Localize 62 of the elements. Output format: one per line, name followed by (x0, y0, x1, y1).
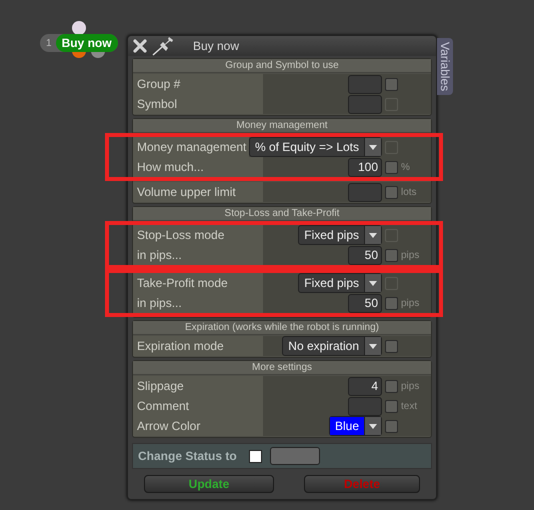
setting-label: Expiration mode (133, 336, 263, 356)
order-label: Buy now (56, 34, 118, 52)
setting-label: Comment (133, 396, 263, 416)
caret-icon (369, 144, 377, 150)
input-field[interactable]: 50 (348, 294, 382, 312)
checkbox[interactable] (385, 420, 398, 432)
input-field[interactable]: 4 (348, 376, 382, 396)
dropdown[interactable]: % of Equity => Lots (248, 137, 382, 157)
setting-label: Money management (133, 137, 249, 157)
unit-label: lots (401, 186, 417, 198)
checkbox[interactable] (385, 380, 398, 392)
dropdown[interactable]: Fixed pips (298, 273, 382, 293)
status-label: Change Status to (138, 449, 237, 463)
unit-label: pips (401, 380, 420, 392)
caret-icon (369, 280, 377, 286)
dropdown[interactable]: No expiration (282, 336, 382, 356)
input-field[interactable]: 100 (348, 158, 382, 176)
unit-label: % (401, 162, 410, 172)
caret-icon (369, 344, 377, 348)
caret-icon (369, 424, 377, 428)
order-number: 1 (46, 38, 52, 48)
section-title: Expiration (works while the robot is running) (133, 321, 431, 335)
checkbox[interactable] (385, 400, 398, 412)
pin-icon[interactable] (151, 36, 175, 56)
caret-icon (369, 232, 377, 238)
checkbox[interactable] (385, 340, 398, 352)
setting-label: Volume upper limit (133, 182, 263, 202)
setting-label: Arrow Color (133, 416, 263, 436)
status-field[interactable] (270, 447, 320, 465)
checkbox[interactable] (385, 296, 398, 310)
unit-label: text (401, 400, 418, 412)
setting-label: in pips... (133, 245, 263, 265)
input-field[interactable] (348, 94, 382, 114)
checkbox[interactable] (385, 160, 398, 174)
checkbox[interactable] (385, 186, 398, 198)
update-button[interactable]: Update (144, 475, 274, 493)
setting-label: in pips... (133, 293, 263, 313)
input-field[interactable]: 50 (348, 246, 382, 264)
unit-label: pips (401, 298, 420, 308)
input-field[interactable] (348, 74, 382, 94)
setting-label: How much... (133, 157, 263, 177)
section-title: Money management (133, 119, 431, 133)
order-chip[interactable]: 1 Buy now (40, 34, 118, 52)
unit-label: pips (401, 250, 420, 260)
section-title: Group and Symbol to use (133, 59, 431, 73)
section-title: More settings (133, 361, 431, 375)
variables-tab[interactable]: Variables (437, 38, 453, 96)
setting-label: Stop-Loss mode (133, 225, 263, 245)
checkbox[interactable] (385, 248, 398, 262)
input-field[interactable] (348, 182, 382, 202)
checkbox[interactable] (385, 78, 398, 90)
setting-label: Group # (133, 74, 263, 94)
dropdown[interactable]: Fixed pips (298, 225, 382, 245)
section-title: Stop-Loss and Take-Profit (133, 207, 431, 221)
window-title: Buy now (193, 39, 240, 53)
setting-label: Slippage (133, 376, 263, 396)
setting-label: Symbol (133, 94, 263, 114)
setting-label: Take-Profit mode (133, 273, 263, 293)
input-field[interactable] (348, 396, 382, 416)
close-icon[interactable] (133, 39, 147, 53)
checkbox[interactable] (248, 450, 262, 462)
dropdown[interactable]: Blue (328, 416, 382, 436)
